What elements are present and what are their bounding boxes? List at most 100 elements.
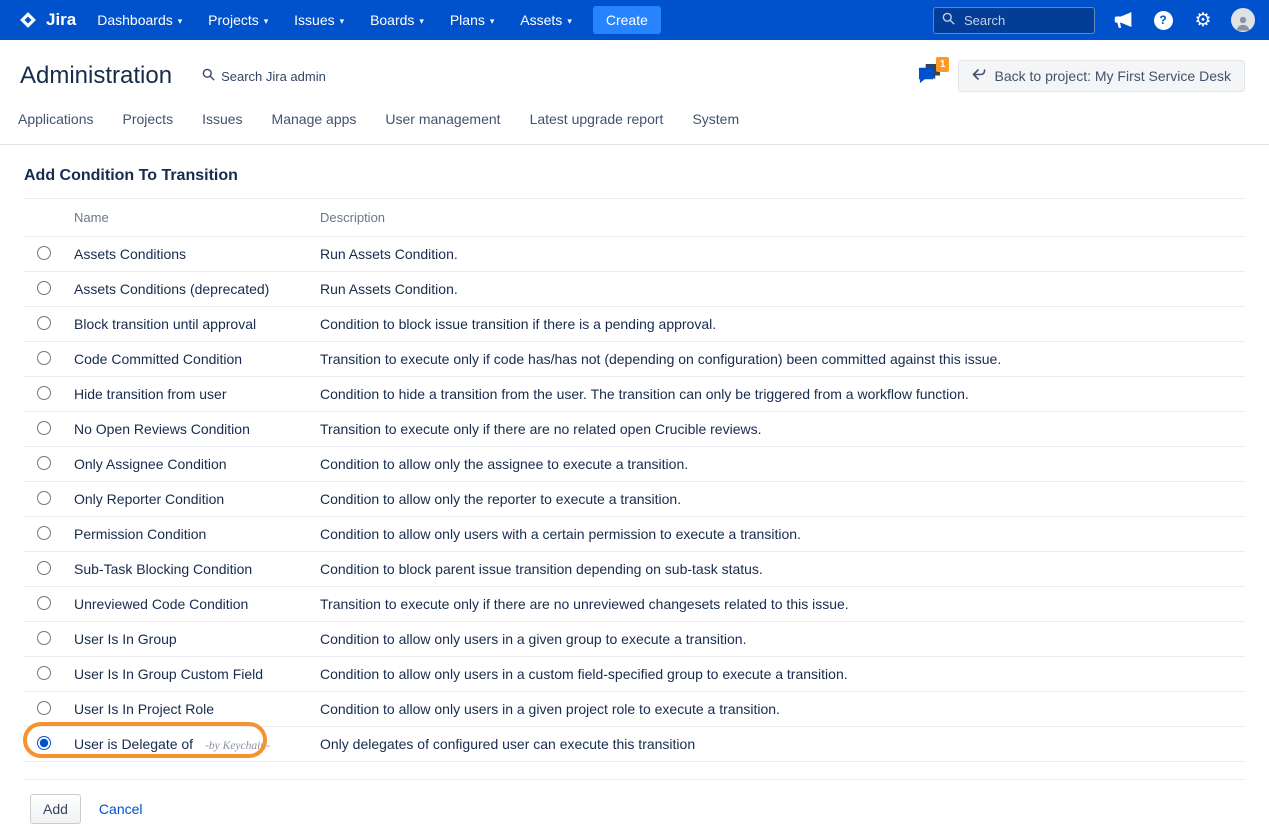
add-button[interactable]: Add: [30, 794, 81, 824]
admin-tabs: Applications Projects Issues Manage apps…: [0, 98, 1269, 145]
tab-user-management[interactable]: User management: [385, 111, 500, 127]
brand-label: Jira: [46, 10, 76, 30]
condition-description: Condition to allow only users in a given…: [320, 701, 1245, 717]
tab-issues[interactable]: Issues: [202, 111, 242, 127]
search-icon: [942, 12, 955, 28]
table-header: Name Description: [24, 199, 1245, 237]
gear-icon[interactable]: ⚙: [1191, 8, 1215, 32]
tab-system[interactable]: System: [692, 111, 739, 127]
condition-radio[interactable]: [37, 316, 51, 330]
table-row[interactable]: Assets Conditions (deprecated) Run Asset…: [24, 272, 1245, 307]
condition-radio[interactable]: [37, 666, 51, 680]
table-row[interactable]: Code Committed Condition Transition to e…: [24, 342, 1245, 377]
condition-radio[interactable]: [37, 456, 51, 470]
navbar-item-issues[interactable]: Issues ▾: [283, 0, 355, 40]
condition-name: User Is In Group Custom Field: [74, 666, 263, 682]
condition-radio[interactable]: [37, 701, 51, 715]
form-actions: Add Cancel: [24, 780, 1245, 824]
table-row[interactable]: Sub-Task Blocking Condition Condition to…: [24, 552, 1245, 587]
condition-name: No Open Reviews Condition: [74, 421, 250, 437]
admin-search-label: Search Jira admin: [221, 69, 326, 84]
table-row[interactable]: Hide transition from user Condition to h…: [24, 377, 1245, 412]
megaphone-icon[interactable]: [1111, 8, 1135, 32]
table-row[interactable]: No Open Reviews Condition Transition to …: [24, 412, 1245, 447]
chevron-down-icon: ▾: [178, 16, 183, 27]
condition-radio[interactable]: [37, 246, 51, 260]
tab-projects[interactable]: Projects: [123, 111, 174, 127]
condition-radio[interactable]: [37, 526, 51, 540]
table-row[interactable]: User is Delegate of-by Keychain- Only de…: [24, 727, 1245, 762]
table-row[interactable]: Assets Conditions Run Assets Condition.: [24, 237, 1245, 272]
navbar-item-projects[interactable]: Projects ▾: [197, 0, 279, 40]
tab-applications[interactable]: Applications: [18, 111, 94, 127]
cancel-link[interactable]: Cancel: [99, 801, 143, 817]
condition-name: Only Reporter Condition: [74, 491, 224, 507]
table-row[interactable]: Unreviewed Code Condition Transition to …: [24, 587, 1245, 622]
back-to-project-button[interactable]: Back to project: My First Service Desk: [958, 60, 1245, 92]
help-icon[interactable]: ?: [1151, 8, 1175, 32]
navbar-item-plans[interactable]: Plans ▾: [439, 0, 506, 40]
feedback-bubble-icon[interactable]: 1: [917, 63, 942, 89]
table-row[interactable]: User Is In Project Role Condition to all…: [24, 692, 1245, 727]
condition-name: Assets Conditions: [74, 246, 186, 262]
condition-name: User is Delegate of: [74, 736, 193, 752]
tab-latest-upgrade-report[interactable]: Latest upgrade report: [530, 111, 664, 127]
column-header-description: Description: [320, 210, 1245, 225]
condition-name: Code Committed Condition: [74, 351, 242, 367]
table-row[interactable]: Only Assignee Condition Condition to all…: [24, 447, 1245, 482]
table-footer-divider: [24, 762, 1245, 780]
search-icon: [202, 68, 215, 84]
jira-logo[interactable]: Jira: [14, 8, 86, 32]
condition-vendor-suffix: -by Keychain-: [205, 740, 270, 752]
admin-header: Administration Search Jira admin 1 Back …: [0, 40, 1269, 98]
condition-description: Transition to execute only if there are …: [320, 596, 1245, 612]
table-row[interactable]: Only Reporter Condition Condition to all…: [24, 482, 1245, 517]
avatar[interactable]: [1231, 8, 1255, 32]
navbar-search-input[interactable]: [962, 12, 1082, 29]
admin-search[interactable]: Search Jira admin: [202, 68, 326, 84]
condition-radio[interactable]: [37, 281, 51, 295]
condition-description: Condition to allow only users in a given…: [320, 631, 1245, 647]
condition-radio[interactable]: [37, 561, 51, 575]
navbar-menus: Dashboards ▾ Projects ▾ Issues ▾ Boards …: [86, 0, 583, 40]
condition-radio[interactable]: [37, 421, 51, 435]
condition-radio[interactable]: [37, 631, 51, 645]
navbar-search[interactable]: [933, 7, 1095, 34]
condition-description: Transition to execute only if code has/h…: [320, 351, 1245, 367]
condition-name: Permission Condition: [74, 526, 206, 542]
conditions-table: Assets Conditions Run Assets Condition. …: [24, 237, 1245, 762]
condition-description: Condition to block parent issue transiti…: [320, 561, 1245, 577]
navbar-item-assets[interactable]: Assets ▾: [509, 0, 583, 40]
condition-description: Condition to allow only users with a cer…: [320, 526, 1245, 542]
condition-name: Only Assignee Condition: [74, 456, 227, 472]
table-row[interactable]: Block transition until approval Conditio…: [24, 307, 1245, 342]
create-button[interactable]: Create: [593, 6, 661, 34]
condition-description: Condition to hide a transition from the …: [320, 386, 1245, 402]
condition-description: Condition to block issue transition if t…: [320, 316, 1245, 332]
condition-radio[interactable]: [37, 386, 51, 400]
table-row[interactable]: User Is In Group Custom Field Condition …: [24, 657, 1245, 692]
chevron-down-icon: ▾: [490, 16, 495, 27]
chevron-down-icon: ▾: [567, 16, 572, 27]
navbar-item-boards[interactable]: Boards ▾: [359, 0, 435, 40]
table-row[interactable]: User Is In Group Condition to allow only…: [24, 622, 1245, 657]
jira-logo-icon: [16, 8, 40, 32]
condition-radio[interactable]: [37, 491, 51, 505]
back-to-project-label: Back to project: My First Service Desk: [994, 68, 1231, 84]
navbar-item-dashboards[interactable]: Dashboards ▾: [86, 0, 193, 40]
condition-description: Condition to allow only the reporter to …: [320, 491, 1245, 507]
condition-name: User Is In Project Role: [74, 701, 214, 717]
condition-name: User Is In Group: [74, 631, 177, 647]
condition-description: Condition to allow only users in a custo…: [320, 666, 1245, 682]
condition-radio[interactable]: [37, 596, 51, 610]
condition-radio[interactable]: [37, 351, 51, 365]
return-arrow-icon: [972, 68, 986, 84]
condition-name: Hide transition from user: [74, 386, 227, 402]
section-heading: Add Condition To Transition: [24, 167, 1245, 199]
tab-manage-apps[interactable]: Manage apps: [272, 111, 357, 127]
table-row[interactable]: Permission Condition Condition to allow …: [24, 517, 1245, 552]
page-title: Administration: [20, 62, 172, 90]
condition-radio[interactable]: [37, 736, 51, 750]
notification-badge: 1: [936, 57, 950, 72]
top-navbar: Jira Dashboards ▾ Projects ▾ Issues ▾ Bo…: [0, 0, 1269, 40]
